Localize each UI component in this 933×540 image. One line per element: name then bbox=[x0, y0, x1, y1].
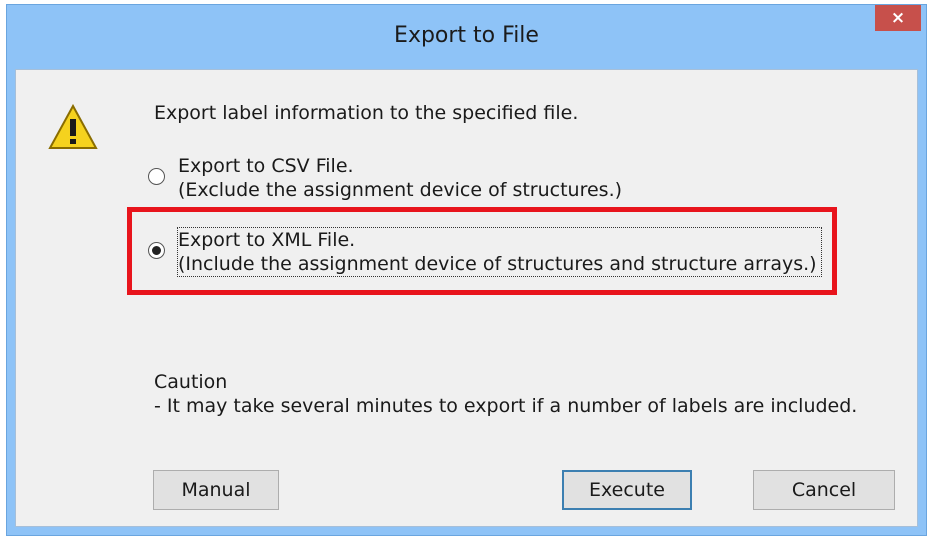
title-bar[interactable]: Export to File × bbox=[7, 5, 926, 68]
radio-label-csv-line1: Export to CSV File. bbox=[178, 155, 354, 177]
highlight-frame bbox=[127, 207, 837, 295]
radio-label-csv-line2: (Exclude the assignment device of struct… bbox=[178, 179, 623, 201]
manual-button[interactable]: Manual bbox=[153, 470, 279, 510]
radio-button-csv[interactable] bbox=[148, 168, 165, 185]
dialog-message: Export label information to the specifie… bbox=[154, 102, 579, 124]
radio-label-csv[interactable]: Export to CSV File. (Exclude the assignm… bbox=[178, 154, 622, 202]
warning-icon bbox=[48, 104, 98, 149]
close-icon[interactable]: × bbox=[875, 5, 921, 31]
dialog-body: Export label information to the specifie… bbox=[15, 69, 918, 527]
caution-block: Caution - It may take several minutes to… bbox=[154, 370, 857, 418]
caution-text: - It may take several minutes to export … bbox=[154, 395, 858, 417]
window-title: Export to File bbox=[394, 23, 539, 48]
dialog-window: Export to File × Export label informatio… bbox=[6, 4, 927, 536]
execute-button[interactable]: Execute bbox=[562, 470, 692, 510]
cancel-button[interactable]: Cancel bbox=[753, 470, 895, 510]
caution-title: Caution bbox=[154, 371, 228, 393]
